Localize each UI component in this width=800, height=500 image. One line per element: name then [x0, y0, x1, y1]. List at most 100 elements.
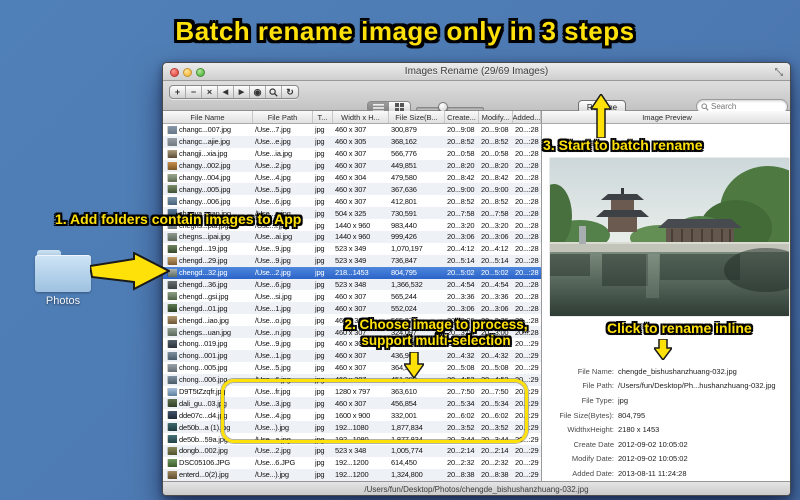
cell-dims: 460 x 307 [335, 196, 367, 206]
cell-added: 20...:28 [515, 149, 539, 159]
cell-dims: 460 x 304 [335, 173, 367, 182]
table-row[interactable]: enterd...0(2).jpg/Use...).jpg jpg 192...12… [163, 468, 541, 481]
cell-path: /Use...).jpg [255, 470, 289, 480]
cell-name: changy...004.jpg [179, 173, 231, 182]
image-preview-header: Image Preview [541, 111, 790, 124]
cell-dims: 192...1200 [335, 470, 369, 480]
table-row[interactable]: changy...006.jpg/Use...6.jpg jpg 460 x 307… [163, 195, 541, 208]
cell-modified: 20...4:12 [481, 244, 509, 254]
cell-added: 20...:28 [515, 280, 539, 290]
table-row[interactable]: changc...ajie.jpg/Use...e.jpg jpg 460 x 30… [163, 135, 541, 148]
table-row[interactable]: changc...007.jpg/Use...7.jpg jpg 460 x 307… [163, 124, 541, 136]
file-thumbnail [168, 435, 177, 444]
table-row[interactable]: DSC05106.JPG/Use...6.JPG jpg 192...1200 614… [163, 456, 541, 469]
cell-created: 20...3:36 [447, 291, 475, 301]
file-thumbnail [168, 185, 177, 194]
cell-dims: 460 x 307 [335, 161, 367, 171]
remove-button[interactable]: − [186, 86, 202, 98]
table-row[interactable]: changy...002.jpg/Use...2.jpg jpg 460 x 307… [163, 159, 541, 172]
cell-path: /Use...6.JPG [255, 458, 296, 468]
status-file-path: /Users/fun/Desktop/Photos/chengde_bishus… [364, 485, 589, 494]
table-row[interactable]: chengd...gsi.jpg/Use...si.jpg jpg 460 x 30… [163, 290, 541, 303]
table-row[interactable]: changji...xia.jpg/Use...ia.jpg jpg 460 x 3… [163, 147, 541, 160]
fullscreen-icon[interactable] [774, 67, 784, 77]
preview-pane: File Name: chengde_bishushanzhuang-032.jp… [541, 124, 790, 481]
tutorial-title: Batch rename image only in 3 steps [175, 16, 635, 46]
column-header[interactable]: Modify... [479, 111, 513, 123]
cell-added: 20...:28 [515, 208, 539, 218]
cell-dims: 460 x 307 [335, 363, 367, 373]
table-row[interactable]: chong...001.jpg/Use...1.jpg jpg 460 x 307 4… [163, 349, 541, 362]
refresh-button[interactable]: ↻ [282, 86, 298, 98]
cell-type: jpg [315, 125, 325, 135]
cell-dims: 504 x 325 [335, 208, 367, 218]
file-thumbnail [168, 363, 177, 372]
folder-body [35, 255, 91, 292]
cell-name: chengd...19.jpg [179, 244, 228, 254]
search-tool-button[interactable] [266, 86, 282, 98]
minus-icon: − [190, 87, 197, 97]
cell-path: /Use...1.jpg [255, 303, 291, 313]
column-header[interactable]: Create... [445, 111, 479, 123]
cell-type: jpg [315, 208, 325, 218]
cell-name: chengd...iao.jpg [179, 315, 229, 325]
add-folder-button[interactable]: + [170, 86, 186, 98]
cell-modified: 20...8:20 [481, 161, 509, 171]
cell-added: 20...:28 [515, 184, 539, 194]
cell-size: 1,070,197 [391, 244, 423, 254]
x-icon: × [206, 87, 213, 97]
column-header[interactable]: Added... [513, 111, 541, 123]
cell-added: 20...:28 [515, 161, 539, 171]
table-row[interactable]: chengd...19.jpg/Use...9.jpg jpg 523 x 349 1… [163, 242, 541, 255]
cell-type: jpg [315, 458, 325, 468]
cell-type: jpg [315, 280, 325, 290]
table-row[interactable]: dongb...002.jpg/Use...2.jpg jpg 523 x 348 1… [163, 445, 541, 457]
table-row[interactable]: chengd...01.jpg/Use...1.jpg jpg 460 x 307 5… [163, 302, 541, 315]
prev-button[interactable]: ◀ [218, 86, 234, 98]
next-button[interactable]: ▶ [234, 86, 250, 98]
cell-modified: 20...3:36 [481, 291, 509, 301]
cell-path: /Use...2.jpg [255, 446, 291, 456]
cell-dims: 460 x 307 [335, 125, 367, 135]
cell-dims: 218...1453 [335, 268, 369, 278]
file-info-label: WidthxHeight: [567, 425, 614, 435]
table-row[interactable]: chengd...32.jpg/Use...2.jpg jpg 218...1453… [163, 266, 541, 279]
delete-button[interactable]: × [202, 86, 218, 98]
cell-name: dongb...002.jpg [179, 446, 228, 456]
arrow-up-to-rename-icon [591, 94, 611, 138]
cell-added: 20...:28 [515, 244, 539, 254]
table-row[interactable]: changy...005.jpg/Use...5.jpg jpg 460 x 307… [163, 183, 541, 196]
column-header[interactable]: T... [313, 111, 333, 123]
cell-dims: 460 x 307 [335, 303, 367, 313]
cell-size: 479,580 [391, 173, 417, 182]
photos-folder-icon[interactable]: Photos [34, 248, 92, 307]
preview-button[interactable]: ◉ [250, 86, 266, 98]
cell-dims: 460 x 307 [335, 149, 367, 159]
column-header[interactable]: File Size(B... [389, 111, 445, 123]
cell-created: 20...3:06 [447, 303, 475, 313]
cell-name: changy...006.jpg [179, 196, 231, 206]
file-info-label: Create Date [573, 439, 614, 449]
table-row[interactable]: chengd...36.jpg/Use...6.jpg jpg 523 x 348 1… [163, 278, 541, 291]
column-header[interactable]: File Path [253, 111, 313, 123]
table-row[interactable]: chegns...ipai.jpg/Use...ai.jpg jpg 1440 x … [163, 231, 541, 243]
cell-dims: 523 x 349 [335, 244, 367, 254]
cell-type: jpg [315, 244, 325, 254]
arrow-left-icon: ◀ [222, 89, 229, 96]
cell-modified: 20...0:58 [481, 149, 509, 159]
search-input[interactable] [711, 102, 781, 111]
table-row[interactable]: chengd...29.jpg/Use...9.jpg jpg 523 x 349 7… [163, 254, 541, 267]
table-row[interactable]: changy...004.jpg/Use...4.jpg jpg 460 x 304… [163, 171, 541, 184]
column-header[interactable]: Width x H... [333, 111, 389, 123]
cell-created: 20...4:54 [447, 280, 475, 290]
cell-type: jpg [315, 339, 325, 349]
cell-added: 20...:28 [515, 125, 539, 135]
cell-type: jpg [315, 149, 325, 159]
cell-modified: 20...8:52 [481, 196, 509, 206]
file-info-value[interactable]: chengde_bishushanzhuang-032.jpg [618, 367, 737, 376]
cell-modified: 20...4:54 [481, 280, 509, 290]
column-header[interactable]: File Name [163, 111, 253, 123]
table-row[interactable]: chong...005.jpg/Use...5.jpg jpg 460 x 307 3… [163, 361, 541, 374]
eye-icon: ◉ [253, 86, 262, 97]
cell-modified: 20...8:52 [481, 137, 509, 147]
